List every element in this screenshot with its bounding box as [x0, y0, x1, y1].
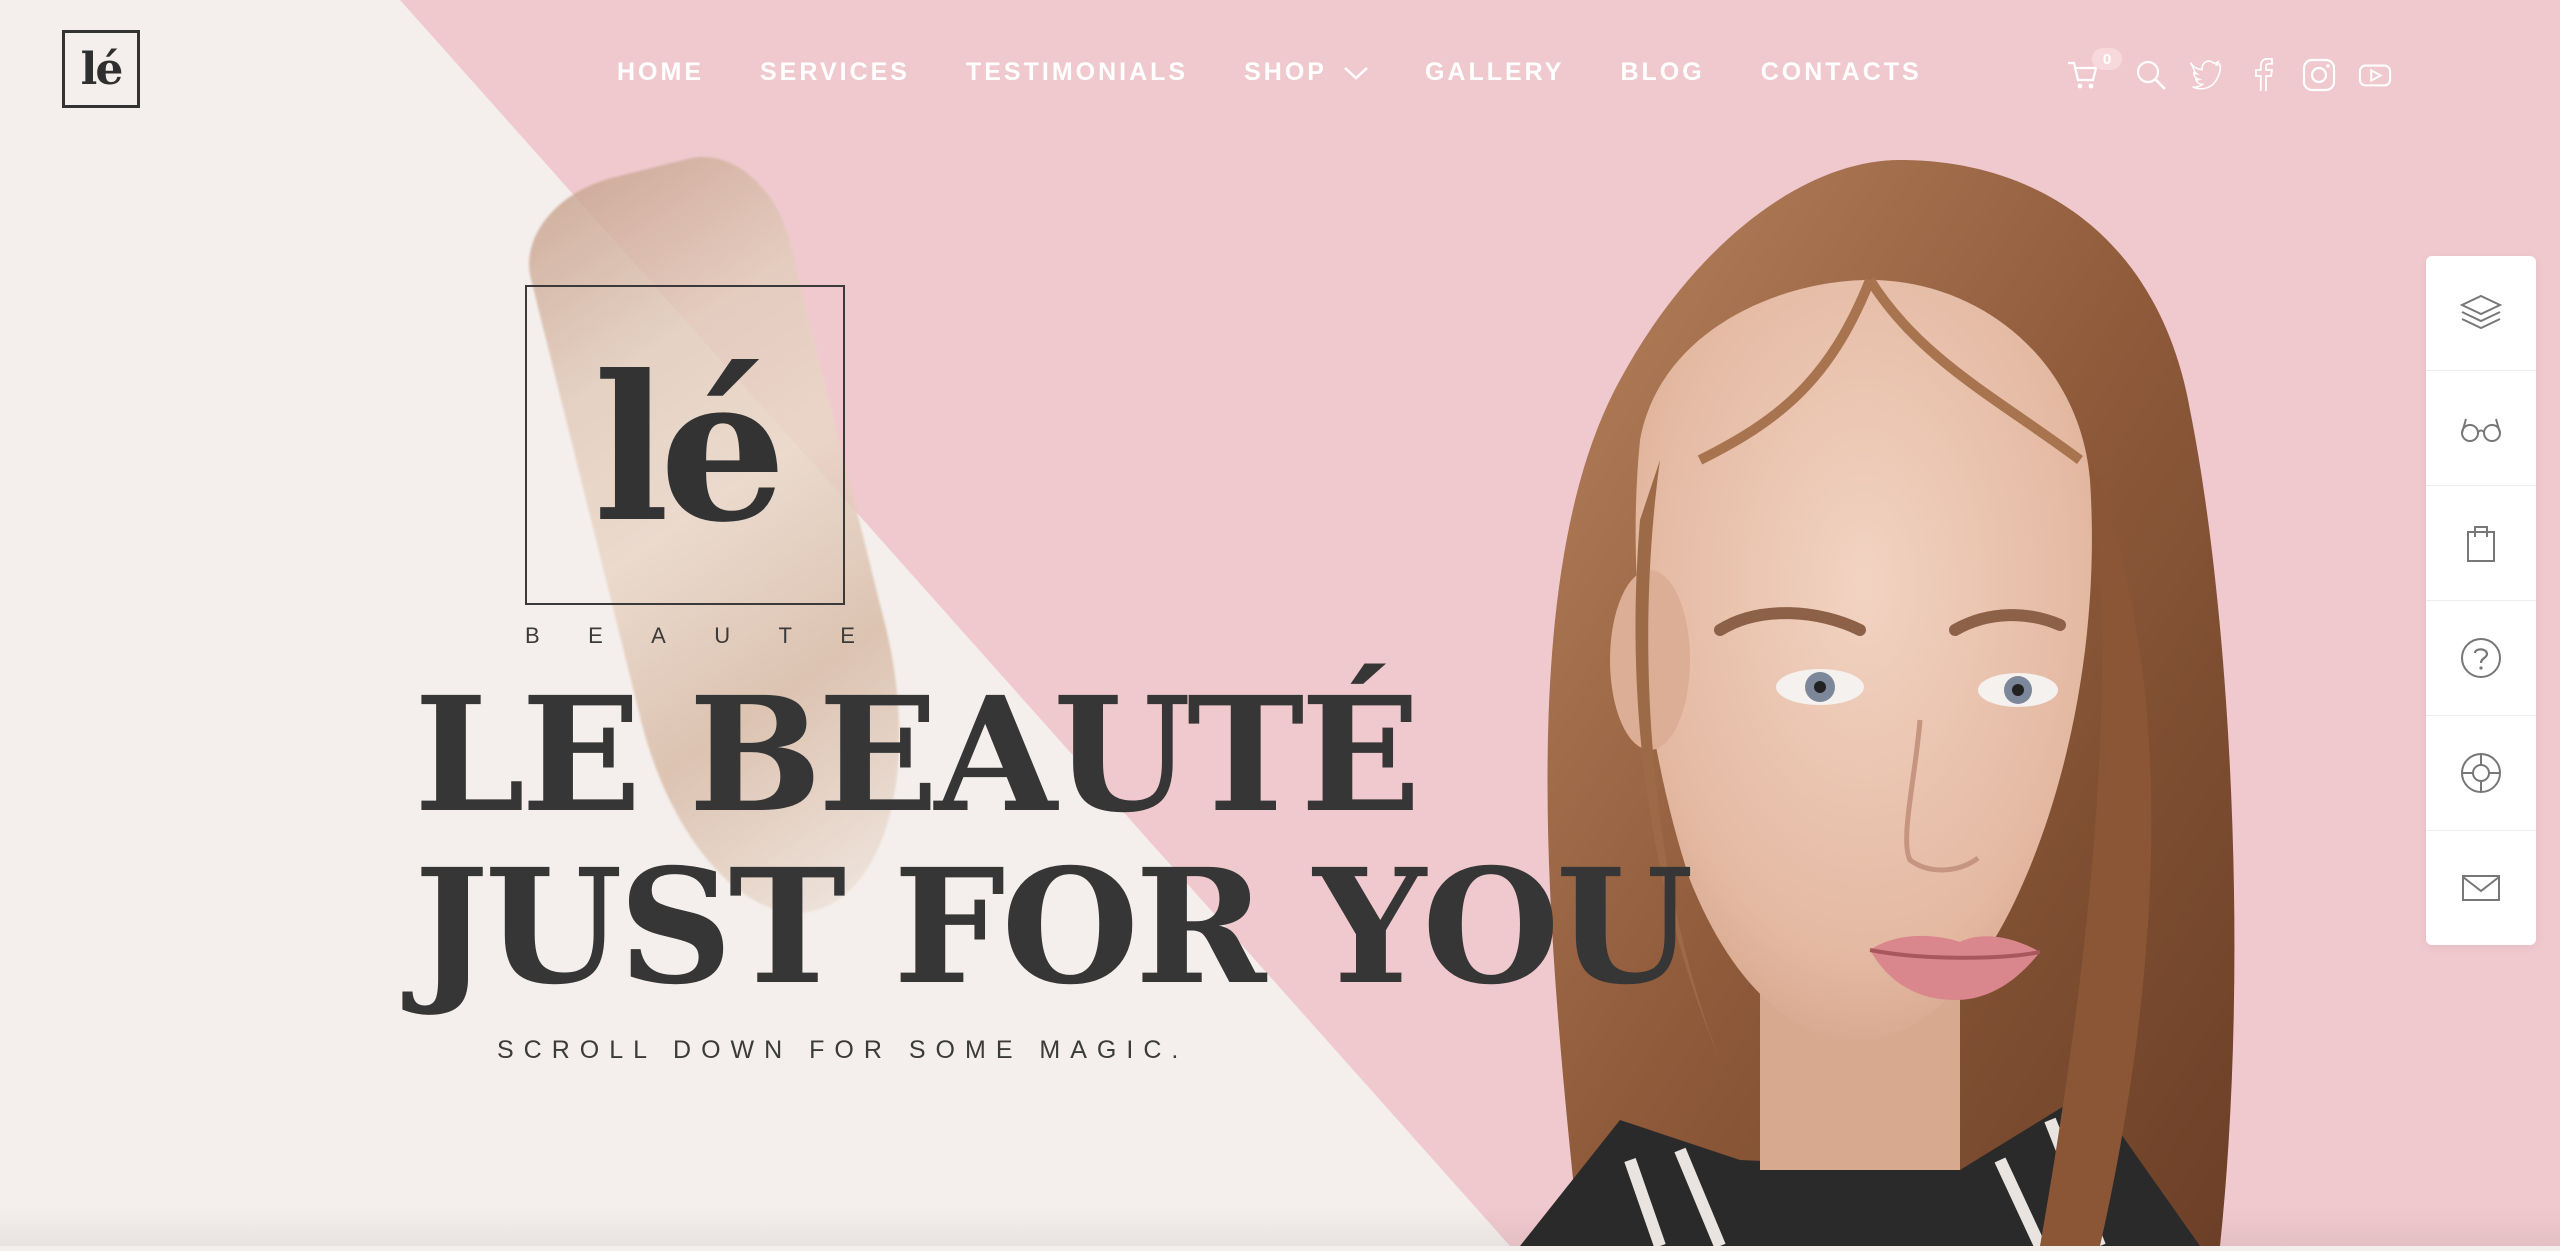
nav-label: TESTIMONIALS	[965, 58, 1189, 86]
nav-label: GALLERY	[1424, 58, 1565, 86]
cart-button[interactable]: 0	[2066, 48, 2122, 92]
youtube-icon	[2358, 64, 2392, 87]
nav-item-blog[interactable]: BLOG	[1620, 58, 1704, 87]
nav-item-services[interactable]: SERVICES	[760, 58, 910, 87]
hero-logo-mark: lé	[593, 332, 786, 567]
hero-logo-subtitle: B E A U T E	[525, 623, 855, 649]
logo-letter: E	[588, 623, 603, 648]
youtube-link[interactable]	[2358, 58, 2392, 92]
nav-label: HOME	[617, 58, 704, 86]
hero-title-line-1: LE BEAUTÉ	[414, 663, 1421, 848]
shopping-bag-button[interactable]	[2426, 486, 2536, 601]
site-logo-text: lé	[80, 43, 124, 95]
twitter-link[interactable]	[2190, 58, 2224, 92]
nav-item-shop[interactable]: SHOP	[1244, 58, 1369, 87]
nav-item-testimonials[interactable]: TESTIMONIALS	[966, 58, 1188, 87]
shopping-bag-icon	[2467, 526, 2495, 562]
hero-title: LE BEAUTÉ JUST FOR YOU	[414, 663, 1694, 1020]
nav-item-home[interactable]: HOME	[617, 58, 704, 87]
nav-label: SHOP	[1244, 58, 1327, 86]
nav-item-gallery[interactable]: GALLERY	[1425, 58, 1565, 87]
side-panel	[2426, 256, 2536, 945]
search-icon	[2136, 60, 2166, 90]
hero-logo: lé	[525, 285, 845, 605]
nav-label: CONTACTS	[1760, 58, 1922, 86]
instagram-link[interactable]	[2302, 58, 2336, 92]
search-button[interactable]	[2134, 58, 2168, 92]
chevron-down-icon	[1344, 66, 1368, 80]
help-icon	[2461, 638, 2501, 678]
logo-letter: E	[840, 623, 855, 648]
hero-title-line-2: JUST FOR YOU	[414, 835, 1694, 1020]
hero-subtitle: SCROLL DOWN FOR SOME MAGIC.	[497, 1036, 1189, 1064]
layers-button[interactable]	[2426, 256, 2536, 371]
glasses-icon	[2461, 418, 2501, 442]
mail-icon	[2462, 875, 2500, 901]
nav-item-contacts[interactable]: CONTACTS	[1761, 58, 1922, 87]
layers-icon	[2459, 294, 2503, 330]
support-icon	[2461, 753, 2501, 793]
site-logo[interactable]: lé	[62, 30, 140, 108]
mail-button[interactable]	[2426, 831, 2536, 945]
logo-letter: U	[714, 623, 731, 648]
support-button[interactable]	[2426, 716, 2536, 831]
twitter-icon	[2190, 60, 2222, 90]
logo-letter: A	[651, 623, 666, 648]
glasses-button[interactable]	[2426, 371, 2536, 486]
logo-letter: T	[778, 623, 792, 648]
logo-letter: B	[525, 623, 540, 648]
facebook-icon	[2255, 58, 2273, 91]
cart-count-badge: 0	[2092, 48, 2122, 70]
help-button[interactable]	[2426, 601, 2536, 716]
nav-label: SERVICES	[760, 58, 910, 86]
nav-label: BLOG	[1620, 58, 1705, 86]
header-icons: 0	[2066, 48, 2414, 92]
facebook-link[interactable]	[2246, 58, 2280, 92]
main-nav: HOME SERVICES TESTIMONIALS SHOP GALLERY …	[617, 58, 1978, 87]
instagram-icon	[2302, 58, 2336, 92]
